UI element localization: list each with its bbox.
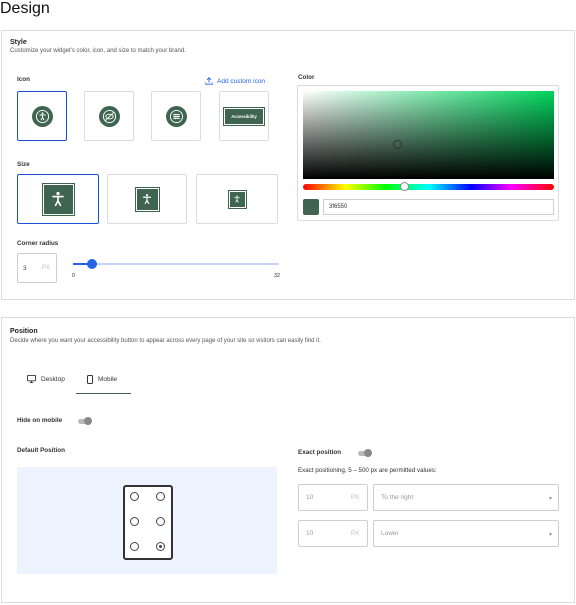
corner-radius-input[interactable]: 3 PX (17, 253, 57, 283)
slider-min-label: 0 (72, 273, 76, 279)
position-radio-middle-left[interactable] (130, 517, 139, 526)
corner-radius-slider[interactable] (73, 259, 279, 269)
tab-desktop-label: Desktop (41, 375, 65, 383)
exact-offset-1-unit: PX (350, 494, 359, 501)
size-option-small[interactable] (196, 174, 278, 224)
hex-input[interactable]: 3f6550 (323, 199, 554, 215)
icon-label: Icon (17, 76, 30, 83)
tab-mobile-label: Mobile (98, 376, 118, 383)
direction-2-select[interactable]: Lower ▾ (373, 520, 559, 547)
default-position-label: Default Position (17, 447, 65, 454)
hue-slider[interactable] (303, 182, 554, 191)
color-picker: 3f6550 (297, 85, 559, 221)
saturation-value-area[interactable] (303, 91, 554, 179)
corner-radius-label: Corner radius (17, 240, 59, 247)
accessibility-large-icon (41, 182, 75, 216)
saturation-handle[interactable] (393, 140, 402, 149)
size-option-large[interactable] (17, 174, 99, 224)
tab-mobile[interactable]: Mobile (87, 375, 117, 384)
exact-offset-2-unit: PX (350, 530, 359, 537)
size-label: Size (17, 161, 30, 168)
color-label: Color (298, 74, 315, 81)
add-custom-icon-link[interactable]: Add custom icon (205, 77, 265, 85)
accessibility-badge-icon: Accessibility (223, 106, 265, 126)
exact-offset-1-value: 10 (306, 494, 314, 501)
exact-offset-2-input[interactable]: 10 PX (298, 520, 368, 547)
exact-offset-2-value: 10 (306, 530, 314, 537)
eye-slash-icon (98, 105, 120, 127)
active-tab-indicator (76, 393, 131, 394)
size-option-medium[interactable] (107, 174, 187, 224)
sliders-icon (165, 105, 187, 127)
slider-max-label: 32 (274, 273, 281, 279)
style-subtitle: Customize your widget's color, icon, and… (10, 48, 186, 54)
exact-position-help: Exact positioning, 5 – 500 px are permit… (298, 467, 437, 474)
mobile-icon (87, 375, 93, 384)
color-swatch (303, 199, 319, 215)
chevron-down-icon: ▾ (548, 495, 552, 502)
exact-position-label: Exact position (298, 449, 342, 456)
exact-position-toggle[interactable] (358, 449, 372, 457)
monitor-icon (27, 375, 36, 383)
direction-1-value: To the right (381, 494, 414, 501)
position-radio-middle-right[interactable] (156, 517, 165, 526)
accessibility-medium-icon (134, 186, 160, 212)
add-custom-icon-label: Add custom icon (217, 77, 266, 85)
position-subtitle: Decide where you want your accessibility… (10, 338, 321, 344)
position-radio-bottom-right[interactable] (156, 542, 165, 551)
accessibility-person-icon (31, 105, 53, 127)
corner-radius-unit: PX (41, 265, 50, 271)
direction-2-value: Lower (381, 530, 399, 537)
exact-offset-1-input[interactable]: 10 PX (298, 484, 368, 511)
accessibility-small-icon (227, 189, 247, 209)
corner-radius-value: 3 (23, 264, 27, 272)
icon-option-accessibility-badge[interactable]: Accessibility (219, 91, 269, 141)
icon-option-eye-slash[interactable] (84, 91, 134, 141)
default-position-area (17, 467, 277, 574)
position-radio-top-left[interactable] (130, 492, 139, 501)
hide-on-mobile-toggle[interactable] (78, 417, 92, 425)
tab-desktop[interactable]: Desktop (27, 375, 65, 383)
page-title: Design (0, 0, 50, 17)
upload-icon (205, 77, 213, 85)
style-title: Style (10, 39, 27, 46)
hide-on-mobile-label: Hide on mobile (17, 417, 63, 424)
direction-1-select[interactable]: To the right ▾ (373, 484, 559, 511)
icon-option-sliders[interactable] (151, 91, 201, 141)
hue-handle[interactable] (400, 182, 409, 191)
position-title: Position (10, 328, 38, 335)
position-radio-bottom-left[interactable] (130, 542, 139, 551)
position-radio-top-right[interactable] (156, 492, 165, 501)
icon-option-accessibility-circle[interactable] (17, 91, 67, 141)
chevron-down-icon: ▾ (548, 531, 552, 538)
phone-frame (123, 485, 173, 560)
